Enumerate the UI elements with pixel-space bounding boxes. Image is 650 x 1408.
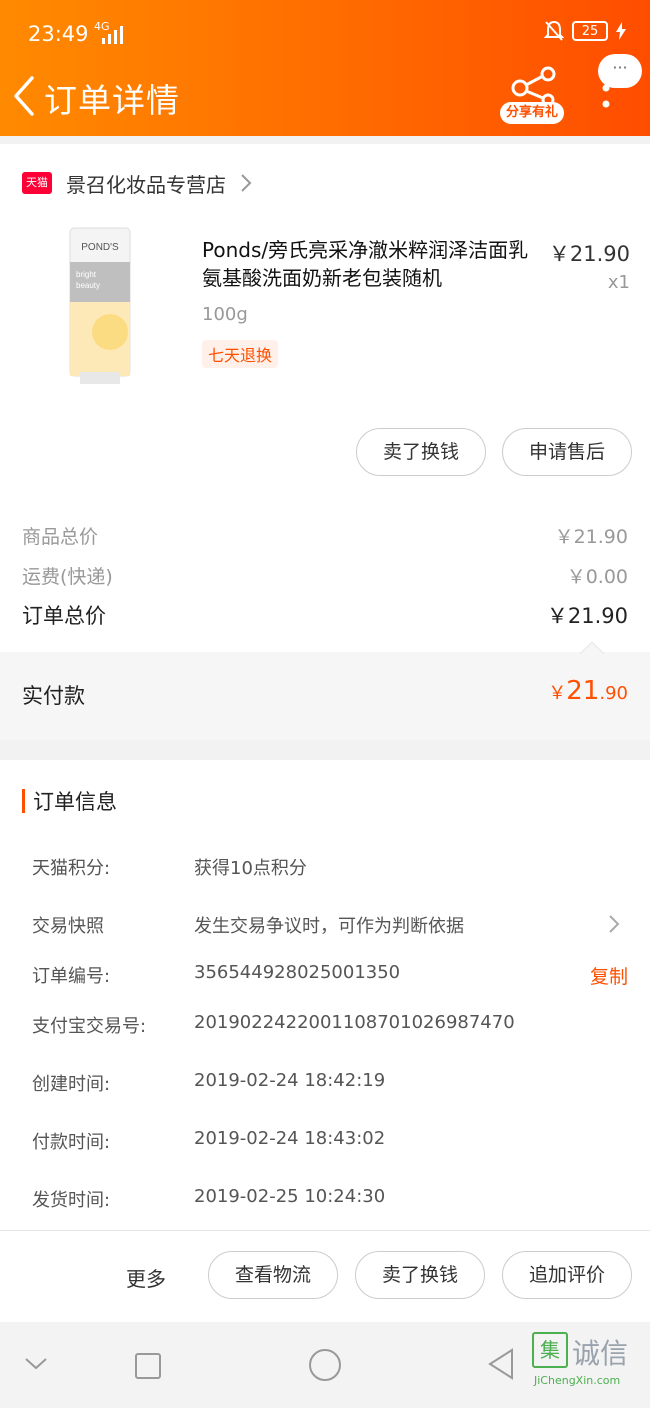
view-logistics-button[interactable]: 查看物流	[208, 1251, 338, 1299]
order-total-row: 订单总价 ￥21.90	[22, 600, 628, 630]
app-header: 23:49 4G 25 订单详情 分享有礼 ···	[0, 0, 650, 136]
shipped-time-row: 发货时间: 2019-02-25 10:24:30	[32, 1186, 632, 1216]
sell-button[interactable]: 卖了换钱	[356, 428, 486, 476]
goods-total-label: 商品总价	[22, 526, 99, 548]
points-row: 天猫积分: 获得10点积分	[32, 854, 632, 884]
status-right: 25	[544, 20, 626, 42]
paid-time-value: 2019-02-24 18:43:02	[194, 1128, 386, 1149]
product-price: ￥21.90	[548, 242, 630, 266]
alipay-number-label: 支付宝交易号:	[32, 1016, 147, 1037]
paid-decimal: .90	[599, 683, 628, 704]
order-info-title: 订单信息	[33, 790, 117, 814]
points-label: 天猫积分:	[32, 858, 111, 879]
alipay-number-value: 2019022422001108701026987470	[194, 1012, 515, 1033]
goods-total-value: ￥21.90	[554, 526, 628, 548]
section-accent-bar	[22, 789, 25, 813]
nav-bar: 订单详情 分享有礼	[0, 64, 650, 128]
order-number-label: 订单编号:	[32, 966, 111, 987]
sell-button-bottom[interactable]: 卖了换钱	[355, 1251, 485, 1299]
points-value: 获得10点积分	[194, 858, 307, 879]
image-line2-text: beauty	[76, 281, 100, 290]
paid-label: 实付款	[22, 684, 85, 708]
back-nav-icon[interactable]	[486, 1348, 516, 1380]
status-time: 23:49	[28, 22, 89, 46]
paid-amount: ￥21.90	[548, 676, 628, 706]
order-total-value: ￥21.90	[546, 604, 628, 628]
snapshot-label: 交易快照	[32, 916, 104, 937]
product-quantity: x1	[607, 272, 630, 293]
share-icon	[511, 66, 556, 104]
order-info-section: 订单信息 天猫积分: 获得10点积分 交易快照 发生交易争议时，可作为判断依据 …	[0, 760, 650, 1230]
back-icon[interactable]	[10, 74, 40, 118]
order-number-row: 订单编号: 356544928025001350 复制	[32, 962, 632, 992]
product-spec: 100g	[202, 304, 248, 325]
shipped-time-value: 2019-02-25 10:24:30	[194, 1186, 386, 1207]
shipping-value: ￥0.00	[566, 566, 628, 588]
watermark-url: JiChengXin.com	[534, 1374, 621, 1387]
product-tube-image: POND'S bright beauty	[69, 227, 131, 384]
paid-integer: 21	[566, 676, 600, 706]
order-card: 天猫 景召化妆品专营店 POND'S bright beauty Ponds/旁…	[0, 144, 650, 740]
snapshot-row[interactable]: 交易快照 发生交易争议时，可作为判断依据	[32, 912, 632, 942]
charging-icon	[616, 22, 626, 40]
share-label: 分享有礼	[500, 102, 564, 124]
more-button[interactable]: 更多	[126, 1263, 166, 1292]
order-number-value: 356544928025001350	[194, 962, 401, 983]
product-image[interactable]: POND'S bright beauty	[40, 222, 160, 402]
watermark-logo: 集	[532, 1332, 568, 1368]
created-time-value: 2019-02-24 18:42:19	[194, 1070, 386, 1091]
product-title[interactable]: Ponds/旁氏亮采净澈米粹润泽洁面乳氨基酸洗面奶新老包装随机	[202, 236, 542, 292]
shop-row[interactable]: 天猫 景召化妆品专营店	[22, 168, 252, 198]
share-button[interactable]: 分享有礼	[500, 66, 566, 128]
return-policy-tag: 七天退换	[202, 340, 279, 368]
more-menu-icon[interactable]	[598, 82, 614, 112]
collapse-nav-icon[interactable]	[24, 1356, 48, 1372]
aftersale-button[interactable]: 申请售后	[502, 428, 632, 476]
watermark: 集 诚信 JiChengXin.com	[532, 1332, 648, 1408]
page-title: 订单详情	[44, 81, 180, 120]
paid-time-label: 付款时间:	[32, 1132, 111, 1153]
order-total-label: 订单总价	[22, 604, 106, 628]
recents-icon[interactable]	[134, 1352, 162, 1380]
goods-total-row: 商品总价 ￥21.90	[22, 522, 628, 549]
shipping-label: 运费(快递)	[22, 566, 113, 588]
created-time-label: 创建时间:	[32, 1074, 111, 1095]
bottom-action-bar: 更多 查看物流 卖了换钱 追加评价	[0, 1230, 650, 1322]
battery-icon: 25	[572, 21, 608, 41]
image-brand-text: POND'S	[81, 242, 119, 253]
paid-currency: ￥	[548, 683, 567, 704]
copy-button[interactable]: 复制	[590, 962, 628, 989]
mute-bell-icon	[544, 20, 564, 41]
status-bar: 23:49 4G 25	[0, 18, 650, 50]
alipay-number-row: 支付宝交易号: 2019022422001108701026987470	[32, 1012, 632, 1042]
shop-name: 景召化妆品专营店	[66, 172, 226, 197]
paid-row: 实付款 ￥21.90	[0, 642, 650, 740]
image-line1-text: bright	[76, 270, 97, 279]
shipped-time-label: 发货时间:	[32, 1190, 111, 1211]
snapshot-value: 发生交易争议时，可作为判断依据	[194, 916, 464, 937]
chevron-right-icon	[241, 174, 252, 192]
shipping-row: 运费(快递) ￥0.00	[22, 562, 628, 589]
caret-up-icon	[580, 642, 604, 654]
paid-time-row: 付款时间: 2019-02-24 18:43:02	[32, 1128, 632, 1158]
watermark-text: 诚信	[572, 1337, 629, 1370]
home-icon[interactable]	[308, 1348, 342, 1382]
created-time-row: 创建时间: 2019-02-24 18:42:19	[32, 1070, 632, 1100]
add-review-button[interactable]: 追加评价	[502, 1251, 632, 1299]
chevron-right-icon	[609, 915, 620, 933]
order-info-header: 订单信息	[22, 788, 117, 814]
tmall-badge: 天猫	[22, 172, 52, 194]
